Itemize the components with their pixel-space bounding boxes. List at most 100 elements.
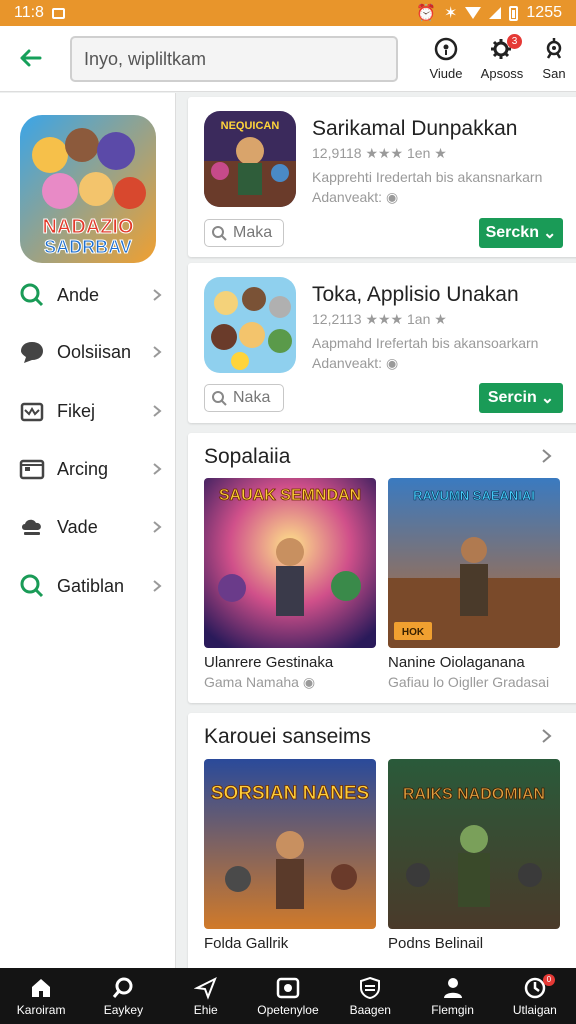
preview-button[interactable]: Maka [204,219,284,247]
game-tile[interactable]: SAUAK SEMNDAN Ulanrere Gestinaka Gama Na… [204,478,376,691]
verified-icon: ◉ [385,355,399,371]
action-apsoss[interactable]: 3 Apsoss [474,34,530,86]
game-tile[interactable]: SORSIAN NANES Folda Gallrik [204,759,376,952]
sidebar-item-label: Gatiblan [57,575,125,596]
app-rating: 12,9118 ★★★ 1en ★ [312,145,447,161]
game-artwork[interactable]: HOK RAVUMN SAEANIAI [388,478,560,648]
notification-badge: 3 [507,34,522,49]
battery-icon [509,5,519,21]
game-tile[interactable]: HOK RAVUMN SAEANIAI Nanine Oiolaganana G… [388,478,560,690]
game-art-title: RAIKS NADOMIAN [403,786,545,803]
chevron-right-icon [153,580,162,592]
home-icon [32,979,51,997]
nav-item-flemgin[interactable]: Flemgin [411,968,493,1024]
target-icon [434,37,458,61]
action-viude[interactable]: Viude [418,36,474,86]
chevron-right-icon[interactable] [538,727,556,745]
sidebar-item-label: Oolsiisan [57,341,132,362]
action-label: Viude [429,66,463,81]
install-button[interactable]: Sercin ⌄ [479,383,563,413]
chevron-right-icon[interactable] [538,447,556,465]
nav-label: Baagen [349,1003,391,1017]
install-label: Sercin [487,389,537,406]
search-icon [212,391,227,406]
nav-label: Karoiram [16,1003,66,1017]
game-subtitle-text: Gama Namaha [204,674,299,690]
wifi-icon [465,7,482,19]
game-art-title: RAVUMN SAEANIAI [413,488,535,503]
verified-icon: ◉ [385,189,399,205]
app-icon[interactable] [204,277,296,373]
sidebar-item-ande[interactable]: Ande [0,271,176,319]
search-input[interactable] [72,38,396,80]
game-name: Nanine Oiolaganana [388,654,525,671]
preview-label: Maka [233,224,273,241]
search-icon [20,283,44,307]
game-artwork[interactable]: RAIKS NADOMIAN [388,759,560,929]
sidebar-item-label: Vade [57,516,98,537]
sidebar-item-label: Fikej [57,400,96,421]
app-developer: Adanveakt: ◉ [312,189,398,206]
game-tag: HOK [402,627,425,638]
nav-label: Ehie [193,1003,218,1017]
featured-game-image[interactable]: NADAZIO SADRBAV [20,115,156,263]
app-bar: Viude 3 Apsoss San [0,26,576,92]
nav-item-utlaigan[interactable]: 0 Utlaigan [494,968,576,1024]
back-arrow-icon[interactable] [14,42,46,74]
app-card[interactable]: NEQUICAN Sarikamal Dunpakkan 12,9118 ★★★… [188,97,576,257]
action-label: Apsoss [480,66,524,81]
game-tile[interactable]: RAIKS NADOMIAN Podns Belinail [388,759,560,952]
chevron-right-icon [153,346,162,358]
bottom-navigation: Karoiram Eaykey Ehie Opetenyloe Baagen F… [0,968,576,1024]
nav-label: Flemgin [431,1003,474,1017]
sidebar-item-oolsiisan[interactable]: Oolsiisan [0,328,176,376]
sidebar-item-vade[interactable]: Vade [0,503,176,551]
nav-item-baagen[interactable]: Baagen [329,968,411,1024]
nav-item-opetenyloe[interactable]: Opetenyloe [247,968,329,1024]
action-san[interactable]: San [526,36,576,86]
preview-button[interactable]: Naka [204,384,284,412]
featured-title-1: NADAZIO [42,216,133,238]
nav-item-eaykey[interactable]: Eaykey [82,968,164,1024]
app-name[interactable]: Sarikamal Dunpakkan [312,117,517,141]
sidebar-item-arcing[interactable]: Arcing [0,445,176,493]
sidebar-item-label: Ande [57,284,100,305]
chat-icon [21,342,43,363]
battery-text: 1255 [526,4,562,21]
action-label: San [542,66,566,81]
sidebar-item-gatiblan[interactable]: Gatiblan [0,562,176,610]
install-button[interactable]: Serckn ⌄ [479,218,563,248]
chevron-right-icon [153,289,162,301]
sidebar-item-fikej[interactable]: Fikej [0,387,176,435]
app-card[interactable]: Toka, Applisio Unakan 12,2113 ★★★ 1an ★ … [188,263,576,423]
nav-item-karoiram[interactable]: Karoiram [0,968,82,1024]
camera-icon [276,977,300,999]
game-name: Ulanrere Gestinaka [204,654,334,671]
calendar-icon [19,459,45,480]
app-description: Aapmahd Irefertah bis akansoarkarn [312,335,539,351]
status-time: 11:8 [14,4,44,21]
chevron-down-icon: ⌄ [542,225,557,242]
sidebar: NADAZIO SADRBAV Ande Oolsiisan Fikej Arc… [0,93,176,968]
section-title[interactable]: Karouei sanseims [204,725,371,749]
game-artwork[interactable]: SORSIAN NANES [204,759,376,929]
signal-icon [489,7,502,19]
search-icon [212,226,227,241]
game-subtitle: Gafiau lo Oigller Gradasai [388,674,550,690]
section-title[interactable]: Sopalaiia [204,445,290,469]
game-name: Podns Belinail [388,935,484,952]
install-label: Serckn [485,224,539,241]
app-developer: Adanveakt: ◉ [312,355,398,372]
search-box[interactable] [70,36,398,82]
app-icon[interactable]: NEQUICAN [204,111,296,207]
nav-item-ehie[interactable]: Ehie [165,968,247,1024]
search-icon [113,977,133,998]
nav-label: Eaykey [103,1003,144,1017]
status-bar: 11:8 ⏰ ✶ 1255 [0,0,576,26]
game-section: Karouei sanseims SORSIAN NANES Folda Gal… [188,713,576,968]
chevron-right-icon [153,521,162,533]
app-name[interactable]: Toka, Applisio Unakan [312,283,519,307]
cloud-icon [22,519,41,535]
bug-icon [546,38,562,59]
game-artwork[interactable]: SAUAK SEMNDAN [204,478,376,648]
